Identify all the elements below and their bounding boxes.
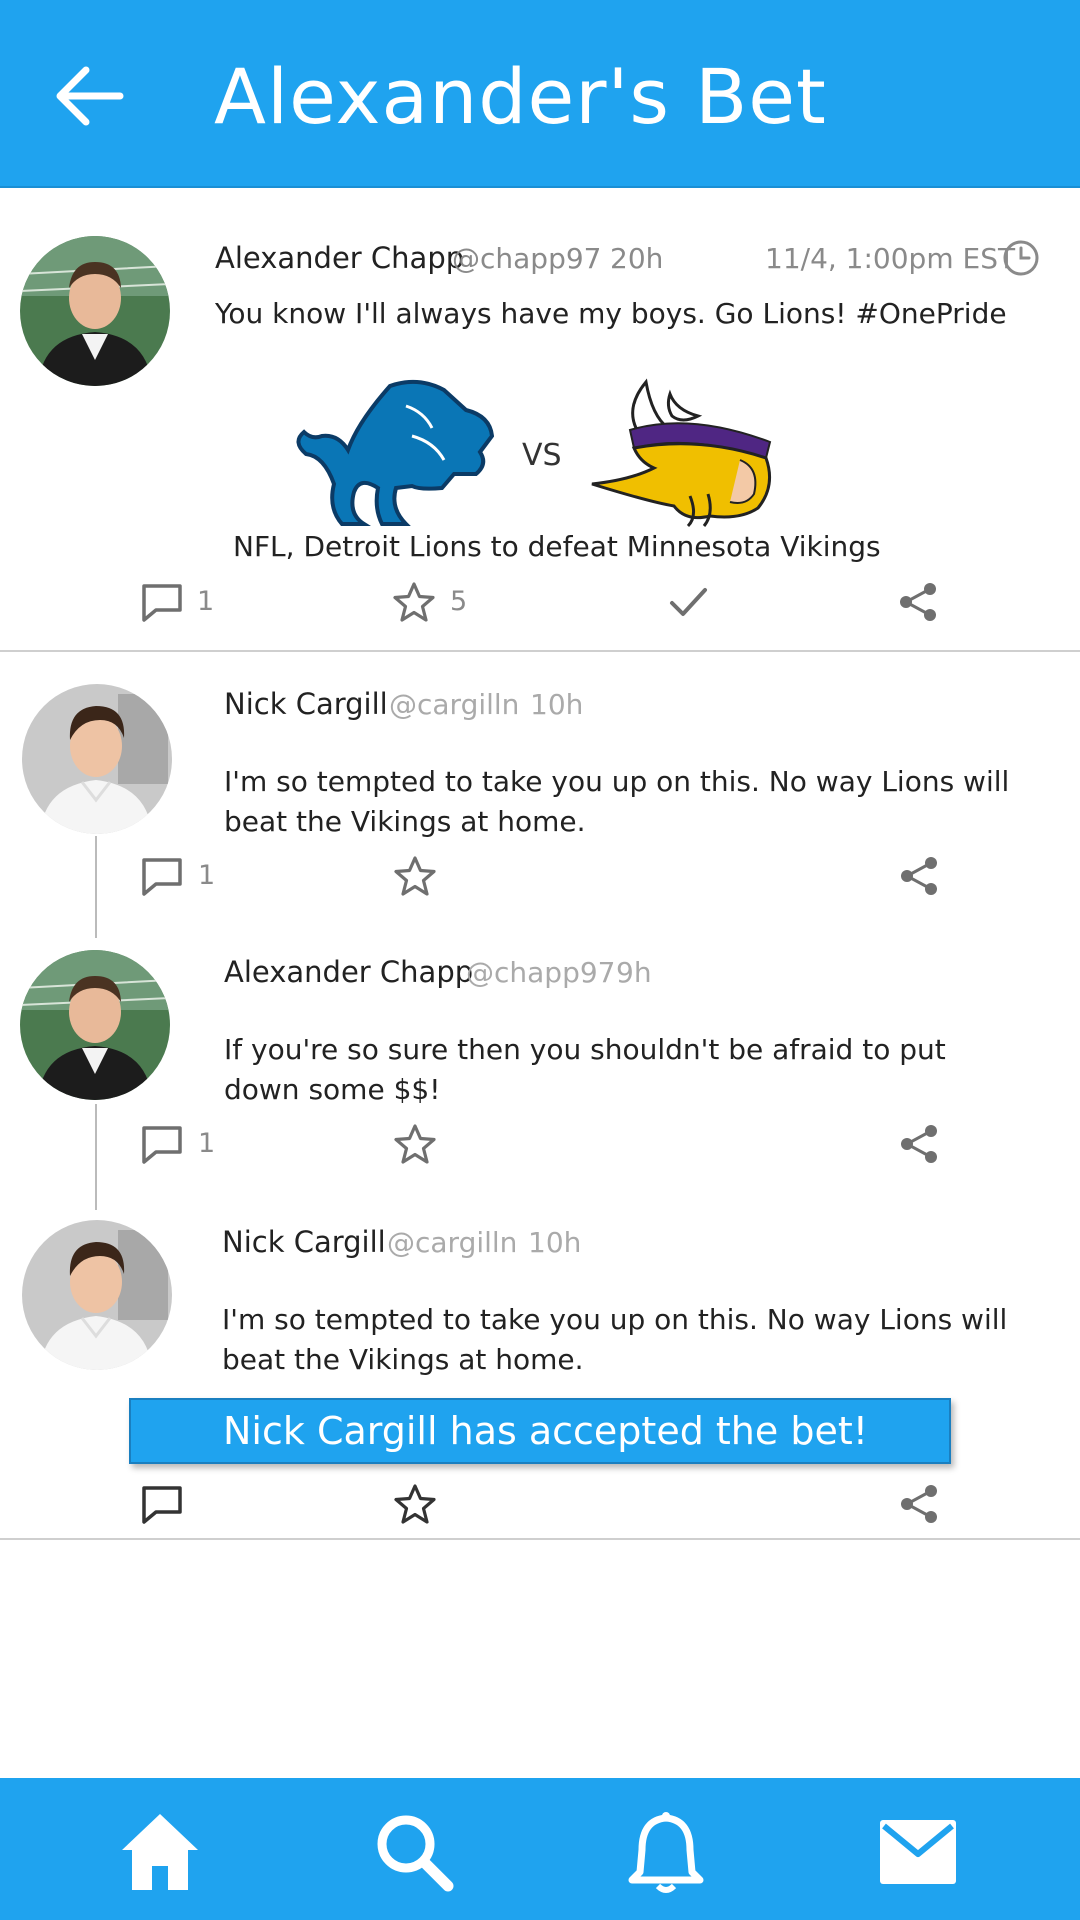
vs-label: VS [522, 438, 562, 473]
share-icon[interactable] [897, 854, 941, 898]
star-icon[interactable] [393, 1122, 437, 1166]
checkmark-icon[interactable] [666, 580, 710, 624]
minnesota-vikings-logo [590, 376, 790, 528]
comment-icon[interactable] [140, 580, 184, 624]
home-icon[interactable] [118, 1810, 202, 1894]
avatar-alexander[interactable] [20, 950, 170, 1100]
bell-icon[interactable] [624, 1810, 708, 1894]
star-count: 5 [450, 586, 468, 617]
detroit-lions-logo [294, 376, 495, 528]
event-time: 11/4, 1:00pm EST [765, 242, 1016, 275]
reply-author-name[interactable]: Alexander Chapp [224, 955, 473, 989]
share-icon[interactable] [897, 1122, 941, 1166]
reply-age: 10h [528, 1226, 582, 1259]
bottom-nav-bar [0, 1778, 1080, 1920]
comment-icon[interactable] [140, 1122, 184, 1166]
reply-author-handle[interactable]: @cargilln [389, 688, 519, 721]
reply-author-handle[interactable]: @chapp97 [466, 956, 615, 989]
reply-age: 9h [616, 956, 652, 989]
mail-icon[interactable] [876, 1810, 960, 1894]
comment-count: 1 [198, 1128, 216, 1159]
thread-connector [95, 836, 97, 938]
comment-count: 1 [197, 586, 215, 617]
reply-text: I'm so tempted to take you up on this. N… [222, 1303, 1008, 1376]
avatar-nick[interactable] [22, 1220, 172, 1370]
post-author-name[interactable]: Alexander Chapp [215, 241, 464, 275]
bet-description: NFL, Detroit Lions to defeat Minnesota V… [233, 530, 881, 563]
reply-text: I'm so tempted to take you up on this. N… [224, 765, 1010, 838]
comment-icon[interactable] [140, 854, 184, 898]
share-icon[interactable] [896, 580, 940, 624]
clock-icon [1000, 237, 1042, 279]
comment-icon[interactable] [140, 1482, 184, 1526]
post-age: 20h [610, 242, 664, 275]
reply-author-handle[interactable]: @cargilln [387, 1226, 517, 1259]
reply-text: If you're so sure then you shouldn't be … [224, 1033, 946, 1106]
post-text: You know I'll always have my boys. Go Li… [215, 297, 1007, 330]
page-title: Alexander's Bet [214, 52, 827, 141]
app-header: Alexander's Bet [0, 0, 1080, 188]
post-divider [0, 650, 1080, 652]
star-icon[interactable] [392, 580, 436, 624]
thread-connector [95, 1104, 97, 1210]
comment-count: 1 [198, 860, 216, 891]
back-arrow-icon[interactable] [48, 56, 128, 136]
post-author-handle[interactable]: @chapp97 [452, 242, 601, 275]
avatar-alexander[interactable] [20, 236, 170, 386]
share-icon[interactable] [897, 1482, 941, 1526]
reply-age: 10h [530, 688, 584, 721]
reply-author-name[interactable]: Nick Cargill [224, 687, 388, 721]
star-icon[interactable] [393, 854, 437, 898]
thread-end-divider [0, 1538, 1080, 1540]
star-icon[interactable] [393, 1482, 437, 1526]
search-icon[interactable] [372, 1810, 456, 1894]
avatar-nick[interactable] [22, 684, 172, 834]
bet-accepted-banner: Nick Cargill has accepted the bet! [129, 1398, 951, 1464]
reply-author-name[interactable]: Nick Cargill [222, 1225, 386, 1259]
